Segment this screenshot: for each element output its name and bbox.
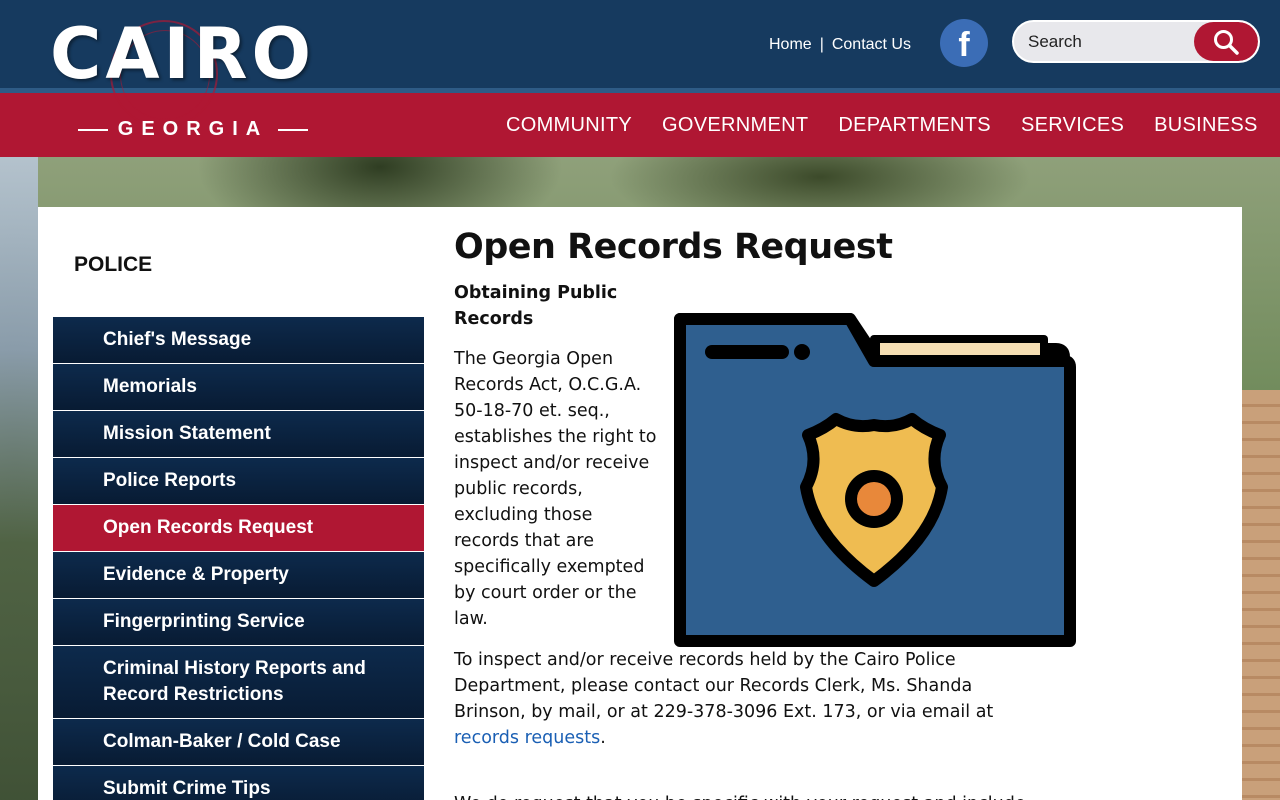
sidebar-item-memorials[interactable]: Memorials [53,364,424,410]
nav-government[interactable]: GOVERNMENT [662,114,808,137]
intro-paragraph: The Georgia Open Records Act, O.C.G.A. 5… [454,349,657,629]
contact-us-link[interactable]: Contact Us [832,36,911,54]
contact-text: To inspect and/or receive records held b… [454,650,994,722]
logo-wordmark: CAIRO [50,13,315,95]
home-link[interactable]: Home [769,36,812,54]
facebook-icon: f [958,25,970,64]
sidebar-nav: Chief's Message Memorials Mission Statem… [53,317,424,800]
sidebar-title: POLICE [74,253,153,276]
police-badge-folder-icon [674,313,1076,647]
logo-rule-right [278,128,309,131]
link-separator: | [819,36,824,53]
site-logo[interactable]: CAIRO GEORGIA [50,14,340,144]
utility-links: Home | Contact Us [769,36,911,54]
nav-services[interactable]: SERVICES [1021,114,1124,137]
request-paragraph: We do request that you be specific with … [454,791,1044,800]
sidebar-item-police-reports[interactable]: Police Reports [53,458,424,504]
logo-subtitle: GEORGIA [78,118,309,141]
sidebar-item-mission-statement[interactable]: Mission Statement [53,411,424,457]
background-photo-left-edge [0,157,38,800]
search-input[interactable] [1028,22,1198,61]
main-nav: COMMUNITY GOVERNMENT DEPARTMENTS SERVICE… [506,93,1258,157]
sidebar-item-submit-crime-tips[interactable]: Submit Crime Tips [53,766,424,800]
content-panel: POLICE Chief's Message Memorials Mission… [38,207,1242,800]
contact-text-end: . [600,728,606,748]
sidebar-item-cold-case[interactable]: Colman-Baker / Cold Case [53,719,424,765]
sidebar-item-fingerprinting-service[interactable]: Fingerprinting Service [53,599,424,645]
facebook-button[interactable]: f [940,19,988,67]
records-requests-link[interactable]: records requests [454,728,600,748]
section-heading: Obtaining Public Records [454,283,618,329]
nav-business[interactable]: BUSINESS [1154,114,1258,137]
search-form [1012,20,1260,63]
logo-rule-left [78,128,108,131]
nav-departments[interactable]: DEPARTMENTS [838,114,991,137]
sidebar-item-criminal-history[interactable]: Criminal History Reports and Record Rest… [53,646,424,718]
sidebar-item-evidence-property[interactable]: Evidence & Property [53,552,424,598]
page-title: Open Records Request [454,227,893,267]
search-icon [1214,29,1239,55]
sidebar-item-chiefs-message[interactable]: Chief's Message [53,317,424,363]
contact-paragraph: To inspect and/or receive records held b… [454,647,1044,751]
nav-community[interactable]: COMMUNITY [506,114,632,137]
search-button[interactable] [1194,22,1258,61]
sidebar-item-open-records-request[interactable]: Open Records Request [53,505,424,551]
background-building [1242,390,1280,800]
logo-subtitle-text: GEORGIA [117,118,269,140]
